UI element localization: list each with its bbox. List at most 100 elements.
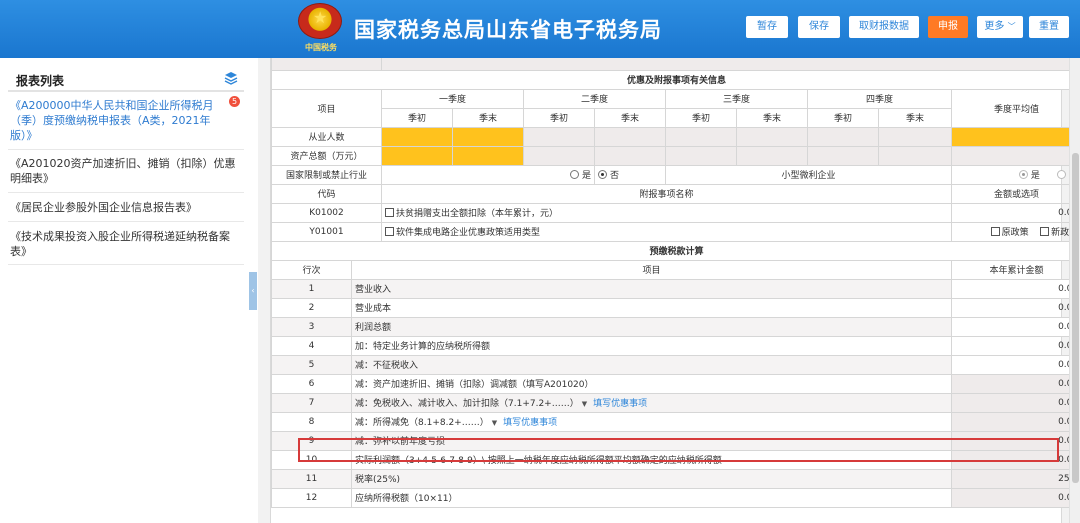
emblem-caption: 中国税务 bbox=[305, 43, 337, 52]
section-title-prepaid-tax: 预缴税款计算 bbox=[270, 240, 1080, 261]
calc-amount: 0.00 bbox=[950, 430, 1080, 451]
panel-title: 报表列表 bbox=[16, 74, 65, 88]
q1-end-header: 季末 bbox=[452, 107, 524, 128]
line-no: 8 bbox=[271, 411, 352, 432]
calc-row-7: 7 减：免税收入、减计收入、加计扣除（7.1+7.2+……）▼ 填写优惠事项 0.… bbox=[271, 392, 1080, 413]
temp-save-button[interactable]: 暂存 bbox=[746, 16, 788, 38]
line-no: 9 bbox=[271, 430, 352, 451]
line-no: 11 bbox=[271, 468, 352, 489]
small-enterprise-label: 小型微利企业 bbox=[665, 164, 952, 185]
divider bbox=[8, 264, 244, 265]
calc-item: 减：不征税收入 bbox=[351, 354, 952, 375]
divider bbox=[8, 192, 244, 193]
calc-amount-header: 本年累计金额 bbox=[950, 259, 1080, 280]
calc-row-11: 11 税率(25%) 25% bbox=[271, 468, 1080, 489]
calc-item: 减：免税收入、减计收入、加计扣除（7.1+7.2+……） bbox=[355, 399, 579, 409]
calc-amount-input[interactable]: 0.00 bbox=[950, 278, 1080, 299]
q3-start-header: 季初 bbox=[665, 107, 737, 128]
q1-start-employees-input[interactable] bbox=[381, 126, 453, 147]
line-no-header: 行次 bbox=[271, 259, 352, 280]
attach-row-k01002: K01002 扶贫捐赠支出全额扣除（本年累计，元） 0.00 bbox=[271, 202, 1080, 223]
calc-item-header: 项目 bbox=[351, 259, 952, 280]
line-no: 4 bbox=[271, 335, 352, 356]
q1-start-assets-input[interactable] bbox=[381, 145, 453, 166]
calc-item: 应纳所得税额（10×11） bbox=[351, 487, 952, 508]
sidebar-item-a201020[interactable]: 《A201020资产加速折旧、摊销（扣除）优惠 明细表》 bbox=[10, 156, 242, 186]
calc-amount: 0.00 bbox=[950, 373, 1080, 394]
calc-amount-input[interactable]: 0.00 bbox=[950, 335, 1080, 356]
reset-button[interactable]: 重置 bbox=[1029, 16, 1069, 38]
sidebar-item-label-line: 《A201020资产加速折旧、摊销（扣除）优惠 bbox=[10, 157, 236, 170]
old-policy-checkbox[interactable] bbox=[990, 227, 1000, 236]
caret-down-icon[interactable]: ▼ bbox=[492, 419, 497, 427]
sidebar-item-foreign-report[interactable]: 《居民企业参股外国企业信息报告表》 bbox=[10, 200, 242, 215]
small-yes-radio[interactable]: 是 bbox=[1018, 170, 1040, 181]
q3-start-employees-cell bbox=[665, 126, 737, 147]
calc-amount: 25% bbox=[950, 468, 1080, 489]
declare-button[interactable]: 申报 bbox=[928, 16, 968, 38]
old-policy-label: 原政策 bbox=[1001, 228, 1029, 238]
line-no: 2 bbox=[271, 297, 352, 318]
q1-end-employees-input[interactable] bbox=[452, 126, 524, 147]
new-policy-checkbox[interactable] bbox=[1040, 227, 1050, 236]
section-title-preferential: 优惠及附报事项有关信息 bbox=[270, 69, 1080, 90]
calc-amount-input[interactable]: 0.00 bbox=[950, 316, 1080, 337]
restricted-yes-radio[interactable]: 是 bbox=[569, 170, 591, 181]
fill-preferential-link[interactable]: 填写优惠事项 bbox=[503, 418, 557, 428]
attach-code: K01002 bbox=[271, 202, 382, 223]
calc-amount-input[interactable]: 0.00 bbox=[950, 354, 1080, 375]
site-title: 国家税务总局山东省电子税务局 bbox=[354, 18, 662, 42]
fill-preferential-link[interactable]: 填写优惠事项 bbox=[593, 399, 647, 409]
sidebar-item-label-line: 表》 bbox=[10, 245, 32, 258]
q1-end-assets-input[interactable] bbox=[452, 145, 524, 166]
q2-start-employees-cell bbox=[523, 126, 595, 147]
line-no: 6 bbox=[271, 373, 352, 394]
calc-item: 加：特定业务计算的应纳税所得额 bbox=[351, 335, 952, 356]
calc-row-2: 2 营业成本 0.00 bbox=[271, 297, 1080, 318]
sidebar-item-label-line: 《技术成果投资入股企业所得税递延纳税备案 bbox=[10, 230, 230, 243]
quarter-4-header: 四季度 bbox=[807, 88, 952, 109]
q2-start-assets-cell bbox=[523, 145, 595, 166]
restricted-industry-label: 国家限制或禁止行业 bbox=[271, 164, 382, 185]
calc-item: 营业收入 bbox=[351, 278, 952, 299]
calc-item: 减：弥补以前年度亏损 bbox=[351, 430, 952, 451]
attach-amount-header: 金额或选项 bbox=[950, 183, 1080, 204]
calc-row-12: 12 应纳所得税额（10×11） 0.00 bbox=[271, 487, 1080, 508]
calc-row-1: 1 营业收入 0.00 bbox=[271, 278, 1080, 299]
sidebar-item-a200000[interactable]: 《A200000中华人民共和国企业所得税月 （季）度预缴纳税申报表（A类，202… bbox=[10, 98, 242, 143]
attach-name-header: 附报事项名称 bbox=[381, 183, 952, 204]
calc-row-4: 4 加：特定业务计算的应纳税所得额 0.00 bbox=[271, 335, 1080, 356]
cut-off-row bbox=[271, 58, 1080, 71]
sidebar-item-tech-deferral[interactable]: 《技术成果投资入股企业所得税递延纳税备案 表》 bbox=[10, 229, 242, 259]
calc-amount: 0.00 bbox=[950, 487, 1080, 508]
q3-end-assets-cell bbox=[736, 145, 808, 166]
collapse-panel-handle[interactable]: ‹ bbox=[249, 272, 257, 310]
layers-icon[interactable] bbox=[224, 71, 238, 85]
small-yes-label: 是 bbox=[1030, 171, 1040, 181]
attach-value-input[interactable]: 0.00 bbox=[950, 202, 1080, 223]
more-button[interactable]: 更多 ﹀ bbox=[977, 16, 1023, 38]
save-button[interactable]: 保存 bbox=[798, 16, 840, 38]
attach-name: 扶贫捐赠支出全额扣除（本年累计，元） bbox=[396, 209, 559, 219]
quarter-average-header: 季度平均值 bbox=[950, 88, 1080, 128]
vertical-scrollbar[interactable] bbox=[1069, 58, 1080, 523]
q2-start-header: 季初 bbox=[523, 107, 595, 128]
software-ic-checkbox[interactable] bbox=[385, 227, 394, 236]
divider bbox=[8, 149, 244, 150]
attach-code: Y01001 bbox=[271, 221, 382, 242]
panel-header: 报表列表 bbox=[8, 66, 244, 92]
scrollbar-thumb[interactable] bbox=[1072, 153, 1079, 483]
poverty-donation-checkbox[interactable] bbox=[385, 208, 394, 217]
sidebar-item-label-line: （季）度预缴纳税申报表（A类，2021年 bbox=[10, 114, 211, 127]
calc-amount: 0.00 bbox=[950, 449, 1080, 470]
chevron-down-icon: ﹀ bbox=[1007, 22, 1016, 31]
fetch-financial-data-button[interactable]: 取财报数据 bbox=[849, 16, 919, 38]
sidebar-item-label-line: 版）》 bbox=[10, 129, 38, 142]
employees-average: 0 bbox=[950, 126, 1080, 147]
caret-down-icon[interactable]: ▼ bbox=[582, 400, 587, 408]
restricted-no-radio[interactable]: 否 bbox=[598, 170, 619, 181]
calc-amount-input[interactable]: 0.00 bbox=[950, 297, 1080, 318]
assets-label: 资产总额（万元） bbox=[271, 145, 382, 166]
line-no: 5 bbox=[271, 354, 352, 375]
calc-amount: 0.00 bbox=[950, 411, 1080, 432]
